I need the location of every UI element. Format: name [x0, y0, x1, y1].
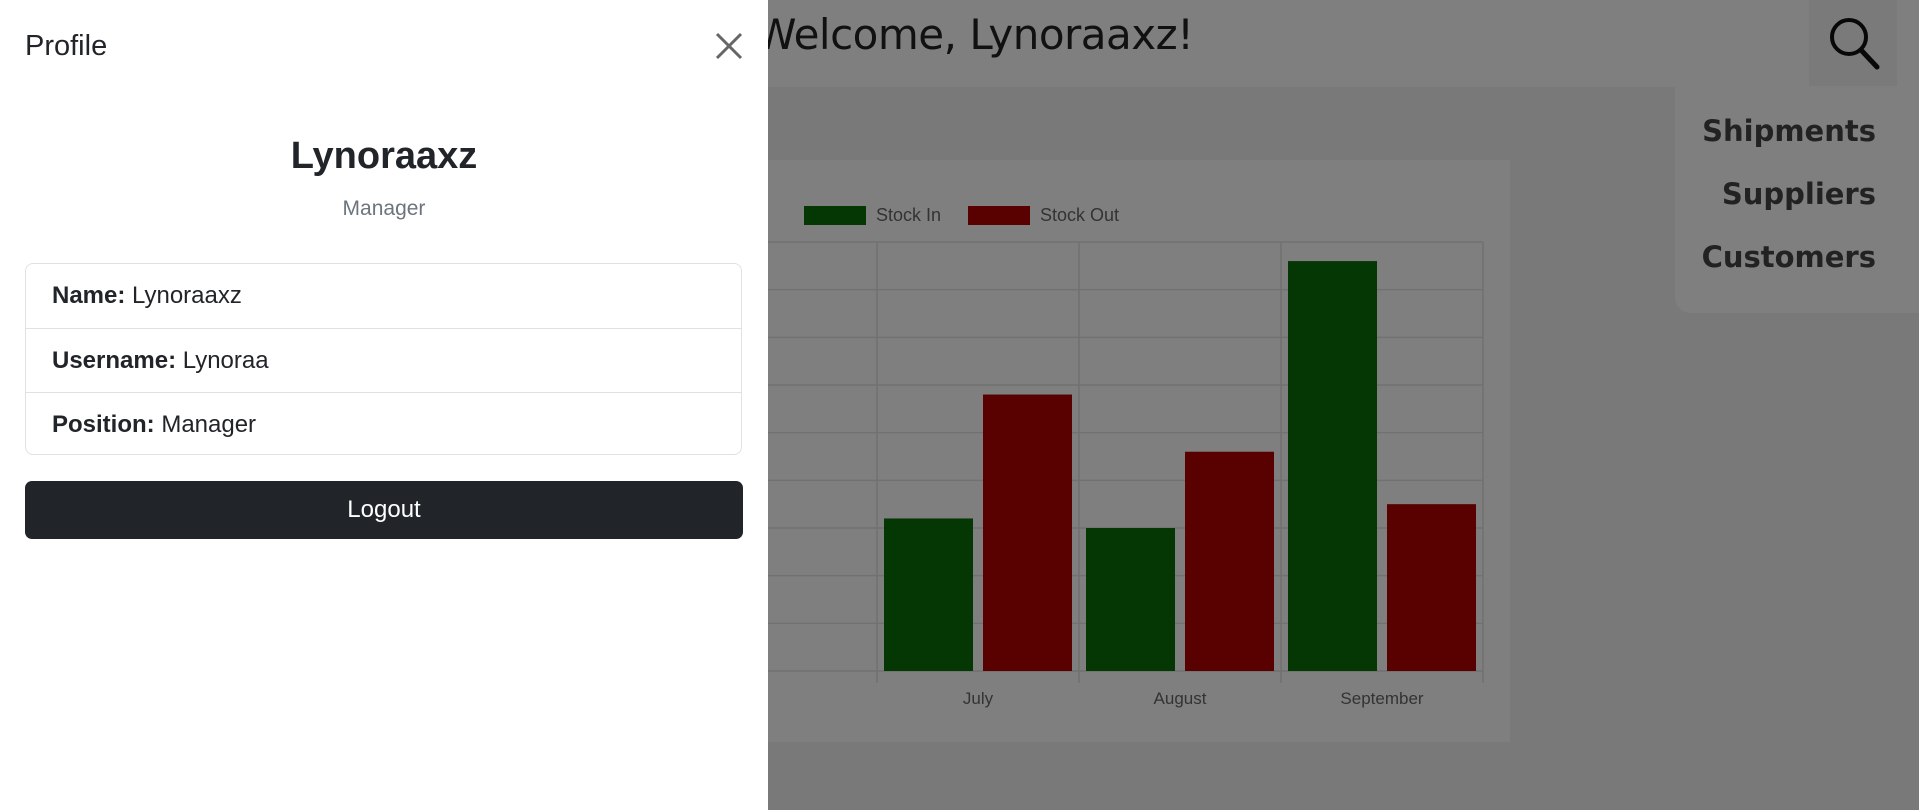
- field-label: Position:: [52, 411, 155, 438]
- list-item: Username: Lynoraa: [26, 328, 741, 392]
- field-value: Lynoraaxz: [132, 282, 242, 309]
- field-value: Manager: [161, 411, 257, 438]
- offcanvas-title: Profile: [25, 30, 108, 62]
- list-item: Name: Lynoraaxz: [26, 264, 741, 328]
- field-label: Name:: [52, 282, 126, 309]
- profile-role: Manager: [342, 197, 426, 220]
- list-item: Position: Manager: [26, 392, 741, 456]
- profile-name: Lynoraaxz: [290, 135, 478, 177]
- close-button[interactable]: [713, 30, 745, 62]
- field-value: Lynoraa: [182, 347, 269, 374]
- profile-info-list: Name: Lynoraaxz Username: Lynoraa Positi…: [25, 263, 742, 455]
- field-label: Username:: [52, 347, 177, 374]
- profile-offcanvas: Profile Lynoraaxz Manager Name: Lynoraax…: [0, 0, 768, 810]
- logout-button[interactable]: Logout: [25, 481, 743, 539]
- close-icon: [715, 32, 743, 60]
